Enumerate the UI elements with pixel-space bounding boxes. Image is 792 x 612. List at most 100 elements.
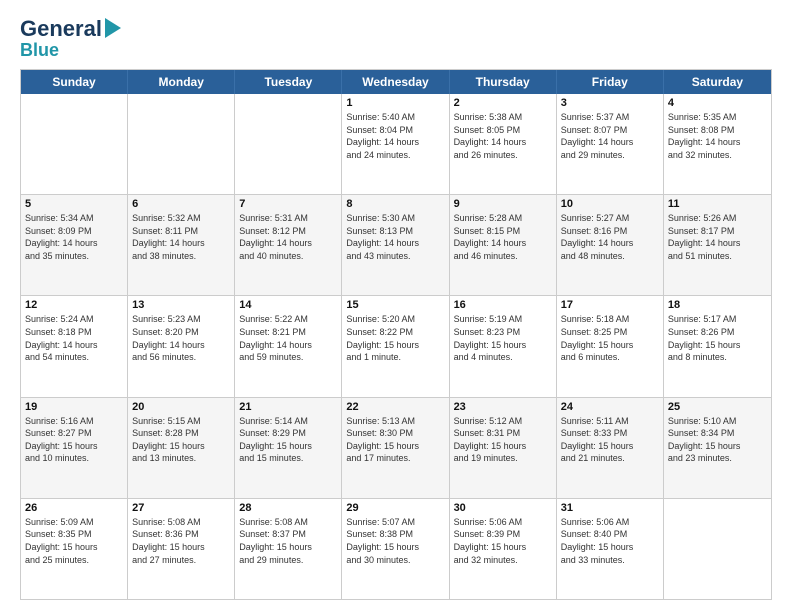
day-info-line: Daylight: 15 hours — [668, 440, 767, 453]
calendar-day-cell: 15Sunrise: 5:20 AMSunset: 8:22 PMDayligh… — [342, 296, 449, 396]
calendar-day-cell: 13Sunrise: 5:23 AMSunset: 8:20 PMDayligh… — [128, 296, 235, 396]
day-number: 10 — [561, 198, 659, 210]
calendar-day-cell: 27 Sunrise: 5:08 AMSunset: 8:36 PMDayligh… — [128, 499, 235, 599]
day-number: 20 — [132, 401, 230, 413]
day-info-line: and 56 minutes. — [132, 351, 230, 364]
calendar-day-cell: 1Sunrise: 5:40 AMSunset: 8:04 PMDaylight… — [342, 94, 449, 194]
calendar-day-cell: 2Sunrise: 5:38 AMSunset: 8:05 PMDaylight… — [450, 94, 557, 194]
day-number: 18 — [668, 299, 767, 311]
calendar-day-cell — [235, 94, 342, 194]
day-info-line: Sunset: 8:38 PM — [346, 528, 444, 541]
page: General Blue SundayMondayTuesdayWednesda… — [0, 0, 792, 612]
day-info-line: and 19 minutes. — [454, 452, 552, 465]
calendar-day-cell: 4Sunrise: 5:35 AMSunset: 8:08 PMDaylight… — [664, 94, 771, 194]
day-number: 26 — [25, 502, 123, 514]
calendar-day-cell: 21Sunrise: 5:14 AMSunset: 8:29 PMDayligh… — [235, 398, 342, 498]
day-info-line: Daylight: 14 hours — [561, 237, 659, 250]
day-info-line: Sunset: 8:18 PM — [25, 326, 123, 339]
day-info-line: Daylight: 14 hours — [132, 237, 230, 250]
day-number: 22 — [346, 401, 444, 413]
day-info-line: and 25 minutes. — [25, 554, 123, 567]
day-info-line: Sunset: 8:15 PM — [454, 225, 552, 238]
day-info-line: Sunrise: 5:32 AM — [132, 212, 230, 225]
calendar-day-cell: 7 Sunrise: 5:31 AMSunset: 8:12 PMDaylight… — [235, 195, 342, 295]
day-info-line: Daylight: 15 hours — [239, 440, 337, 453]
day-info-line: Sunrise: 5:31 AM — [239, 212, 337, 225]
day-info-line: Sunset: 8:33 PM — [561, 427, 659, 440]
day-number: 17 — [561, 299, 659, 311]
day-info-line: Sunset: 8:28 PM — [132, 427, 230, 440]
calendar-day-cell: 25Sunrise: 5:10 AMSunset: 8:34 PMDayligh… — [664, 398, 771, 498]
weekday-header: Tuesday — [235, 70, 342, 94]
calendar-day-cell: 18Sunrise: 5:17 AMSunset: 8:26 PMDayligh… — [664, 296, 771, 396]
day-info-line: Daylight: 14 hours — [239, 237, 337, 250]
day-info-line: Daylight: 15 hours — [25, 440, 123, 453]
day-info-line: Daylight: 15 hours — [561, 541, 659, 554]
header: General Blue — [20, 16, 772, 61]
day-number: 27 — [132, 502, 230, 514]
day-info-line: Sunrise: 5:11 AM — [561, 415, 659, 428]
day-info-line: Sunrise: 5:22 AM — [239, 313, 337, 326]
logo-blue: Blue — [20, 40, 59, 61]
day-number: 28 — [239, 502, 337, 514]
day-info-line: Sunset: 8:36 PM — [132, 528, 230, 541]
day-info-line: Sunset: 8:40 PM — [561, 528, 659, 541]
weekday-header: Monday — [128, 70, 235, 94]
day-info-line: Sunset: 8:31 PM — [454, 427, 552, 440]
day-info-line: Daylight: 14 hours — [132, 339, 230, 352]
day-info-line: Sunrise: 5:24 AM — [25, 313, 123, 326]
day-info-line: Sunset: 8:09 PM — [25, 225, 123, 238]
day-info-line: and 54 minutes. — [25, 351, 123, 364]
day-number: 25 — [668, 401, 767, 413]
day-number: 1 — [346, 97, 444, 109]
day-info-line: and 32 minutes. — [668, 149, 767, 162]
day-info-line: Sunset: 8:12 PM — [239, 225, 337, 238]
day-info-line: Sunset: 8:21 PM — [239, 326, 337, 339]
day-info-line: Sunrise: 5:10 AM — [668, 415, 767, 428]
calendar-day-cell: 16Sunrise: 5:19 AMSunset: 8:23 PMDayligh… — [450, 296, 557, 396]
calendar-day-cell: 10Sunrise: 5:27 AMSunset: 8:16 PMDayligh… — [557, 195, 664, 295]
calendar-day-cell — [664, 499, 771, 599]
day-info-line: Sunset: 8:30 PM — [346, 427, 444, 440]
day-info-line: Sunrise: 5:20 AM — [346, 313, 444, 326]
day-info-line: and 51 minutes. — [668, 250, 767, 263]
day-number: 12 — [25, 299, 123, 311]
day-number: 11 — [668, 198, 767, 210]
day-info-line: Sunrise: 5:18 AM — [561, 313, 659, 326]
calendar-day-cell: 17Sunrise: 5:18 AMSunset: 8:25 PMDayligh… — [557, 296, 664, 396]
day-info-line: Sunset: 8:23 PM — [454, 326, 552, 339]
day-info-line: and 35 minutes. — [25, 250, 123, 263]
calendar-header: SundayMondayTuesdayWednesdayThursdayFrid… — [21, 70, 771, 94]
day-number: 16 — [454, 299, 552, 311]
day-info-line: Sunset: 8:22 PM — [346, 326, 444, 339]
day-info-line: and 32 minutes. — [454, 554, 552, 567]
calendar-day-cell: 11Sunrise: 5:26 AMSunset: 8:17 PMDayligh… — [664, 195, 771, 295]
day-number: 30 — [454, 502, 552, 514]
calendar-day-cell: 5Sunrise: 5:34 AMSunset: 8:09 PMDaylight… — [21, 195, 128, 295]
day-info-line: Daylight: 14 hours — [239, 339, 337, 352]
day-info-line: and 26 minutes. — [454, 149, 552, 162]
day-info-line: Sunrise: 5:40 AM — [346, 111, 444, 124]
day-info-line: Daylight: 14 hours — [454, 136, 552, 149]
day-info-line: Daylight: 15 hours — [132, 541, 230, 554]
calendar-week-row: 1Sunrise: 5:40 AMSunset: 8:04 PMDaylight… — [21, 94, 771, 194]
weekday-header: Sunday — [21, 70, 128, 94]
day-info-line: Sunset: 8:26 PM — [668, 326, 767, 339]
day-info-line: and 29 minutes. — [239, 554, 337, 567]
day-number: 23 — [454, 401, 552, 413]
day-info-line: and 23 minutes. — [668, 452, 767, 465]
day-info-line: Sunset: 8:35 PM — [25, 528, 123, 541]
day-info-line: Sunrise: 5:14 AM — [239, 415, 337, 428]
day-info-line: Sunrise: 5:28 AM — [454, 212, 552, 225]
calendar-day-cell: 29Sunrise: 5:07 AMSunset: 8:38 PMDayligh… — [342, 499, 449, 599]
day-info-line: and 38 minutes. — [132, 250, 230, 263]
day-info-line: Sunrise: 5:07 AM — [346, 516, 444, 529]
calendar-day-cell: 8Sunrise: 5:30 AMSunset: 8:13 PMDaylight… — [342, 195, 449, 295]
day-number: 7 — [239, 198, 337, 210]
day-info-line: Sunrise: 5:37 AM — [561, 111, 659, 124]
day-info-line: Sunrise: 5:08 AM — [132, 516, 230, 529]
calendar-day-cell: 28Sunrise: 5:08 AMSunset: 8:37 PMDayligh… — [235, 499, 342, 599]
day-info-line: Sunrise: 5:16 AM — [25, 415, 123, 428]
calendar-week-row: 19Sunrise: 5:16 AMSunset: 8:27 PMDayligh… — [21, 397, 771, 498]
day-info-line: Sunset: 8:25 PM — [561, 326, 659, 339]
